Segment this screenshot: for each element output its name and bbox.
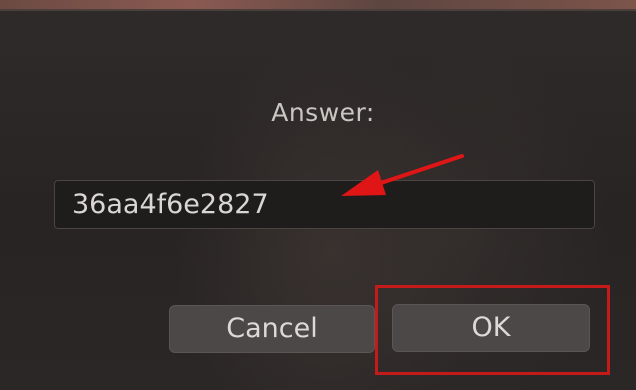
background-strip: [0, 0, 636, 9]
dialog-window: Answer: Cancel OK: [0, 0, 636, 390]
answer-label: Answer:: [271, 98, 375, 127]
ok-button[interactable]: OK: [392, 304, 590, 352]
answer-input[interactable]: [54, 180, 595, 229]
window-edge: [0, 9, 636, 11]
cancel-button[interactable]: Cancel: [169, 305, 375, 353]
